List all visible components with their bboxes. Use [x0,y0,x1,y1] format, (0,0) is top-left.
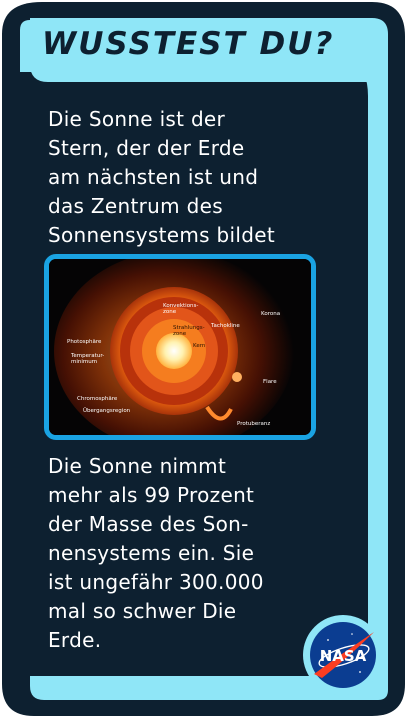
sun-diagram: Konvektions- zone Strahlungs- zone Kern … [44,254,316,440]
label-convection-zone: Konvektions- zone [163,303,199,315]
card-title: WUSSTEST DU? [42,26,335,62]
label-chromosphere: Chromosphäre [77,396,118,402]
intro-paragraph: Die Sonne ist der Stern, der der Erde am… [48,107,275,247]
label-photosphere: Photosphäre [67,339,102,345]
label-prominence: Protuberanz [237,421,271,427]
label-radiation-zone: Strahlungs- zone [173,325,205,337]
label-flare: Flare [263,379,277,385]
label-core: Kern [193,343,206,349]
label-transition-region: Übergangsregion [83,408,131,414]
nasa-logo: NASA [303,615,383,695]
nasa-logo-text: NASA [320,647,367,665]
label-tachocline: Tachokline [211,323,240,329]
label-corona: Korona [261,311,281,317]
fact-card: WUSSTEST DU? Die Sonne ist der Stern, de… [0,0,407,718]
label-temperature-minimum: Temperatur- minimum [71,353,105,365]
